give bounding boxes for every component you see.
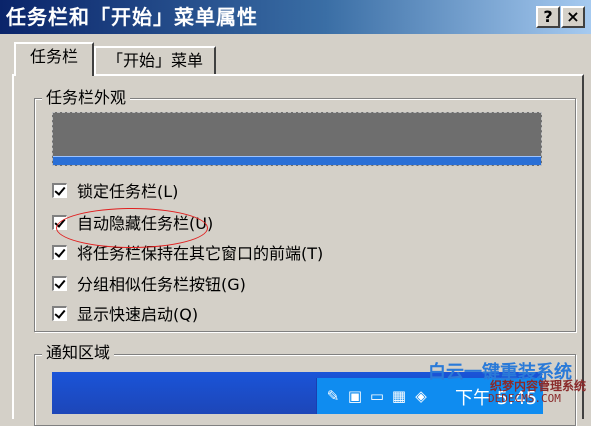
option-group-buttons[interactable]: 分组相似任务栏按钮(G) [52, 271, 246, 295]
close-button[interactable]: × [561, 6, 585, 28]
group-buttons-label: 分组相似任务栏按钮(G) [77, 275, 246, 294]
taskbar-preview [52, 112, 542, 166]
quick-launch-label: 显示快速启动(Q) [77, 305, 199, 324]
lock-taskbar-checkbox[interactable] [52, 182, 67, 198]
red-annotation-ellipse [56, 208, 208, 248]
notify-legend: 通知区域 [42, 343, 115, 363]
quick-launch-checkbox[interactable] [52, 305, 67, 321]
option-quick-launch[interactable]: 显示快速启动(Q) [52, 301, 198, 325]
tab-start-menu[interactable]: 「开始」菜单 [94, 46, 216, 74]
appearance-legend: 任务栏外观 [42, 88, 131, 108]
network-icon: ✎ [326, 387, 340, 405]
lock-taskbar-label: 锁定任务栏(L) [77, 182, 179, 201]
group-buttons-checkbox[interactable] [52, 275, 67, 291]
keyboard-icon: ▦ [391, 387, 407, 405]
watermark-url: DEDECMS.COM [488, 392, 561, 405]
shield-icon: ◈ [415, 387, 427, 405]
computer-icon: ▣ [347, 387, 363, 405]
tab-taskbar[interactable]: 任务栏 [14, 42, 94, 76]
window-title: 任务栏和「开始」菜单属性 [6, 5, 258, 29]
title-bar: 任务栏和「开始」菜单属性 ? × [0, 0, 591, 34]
help-button[interactable]: ? [536, 6, 560, 28]
keep-on-top-checkbox[interactable] [52, 244, 67, 260]
monitor-icon: ▭ [369, 387, 385, 405]
taskbar-preview-stripe [53, 156, 541, 165]
option-lock-taskbar[interactable]: 锁定任务栏(L) [52, 178, 178, 202]
